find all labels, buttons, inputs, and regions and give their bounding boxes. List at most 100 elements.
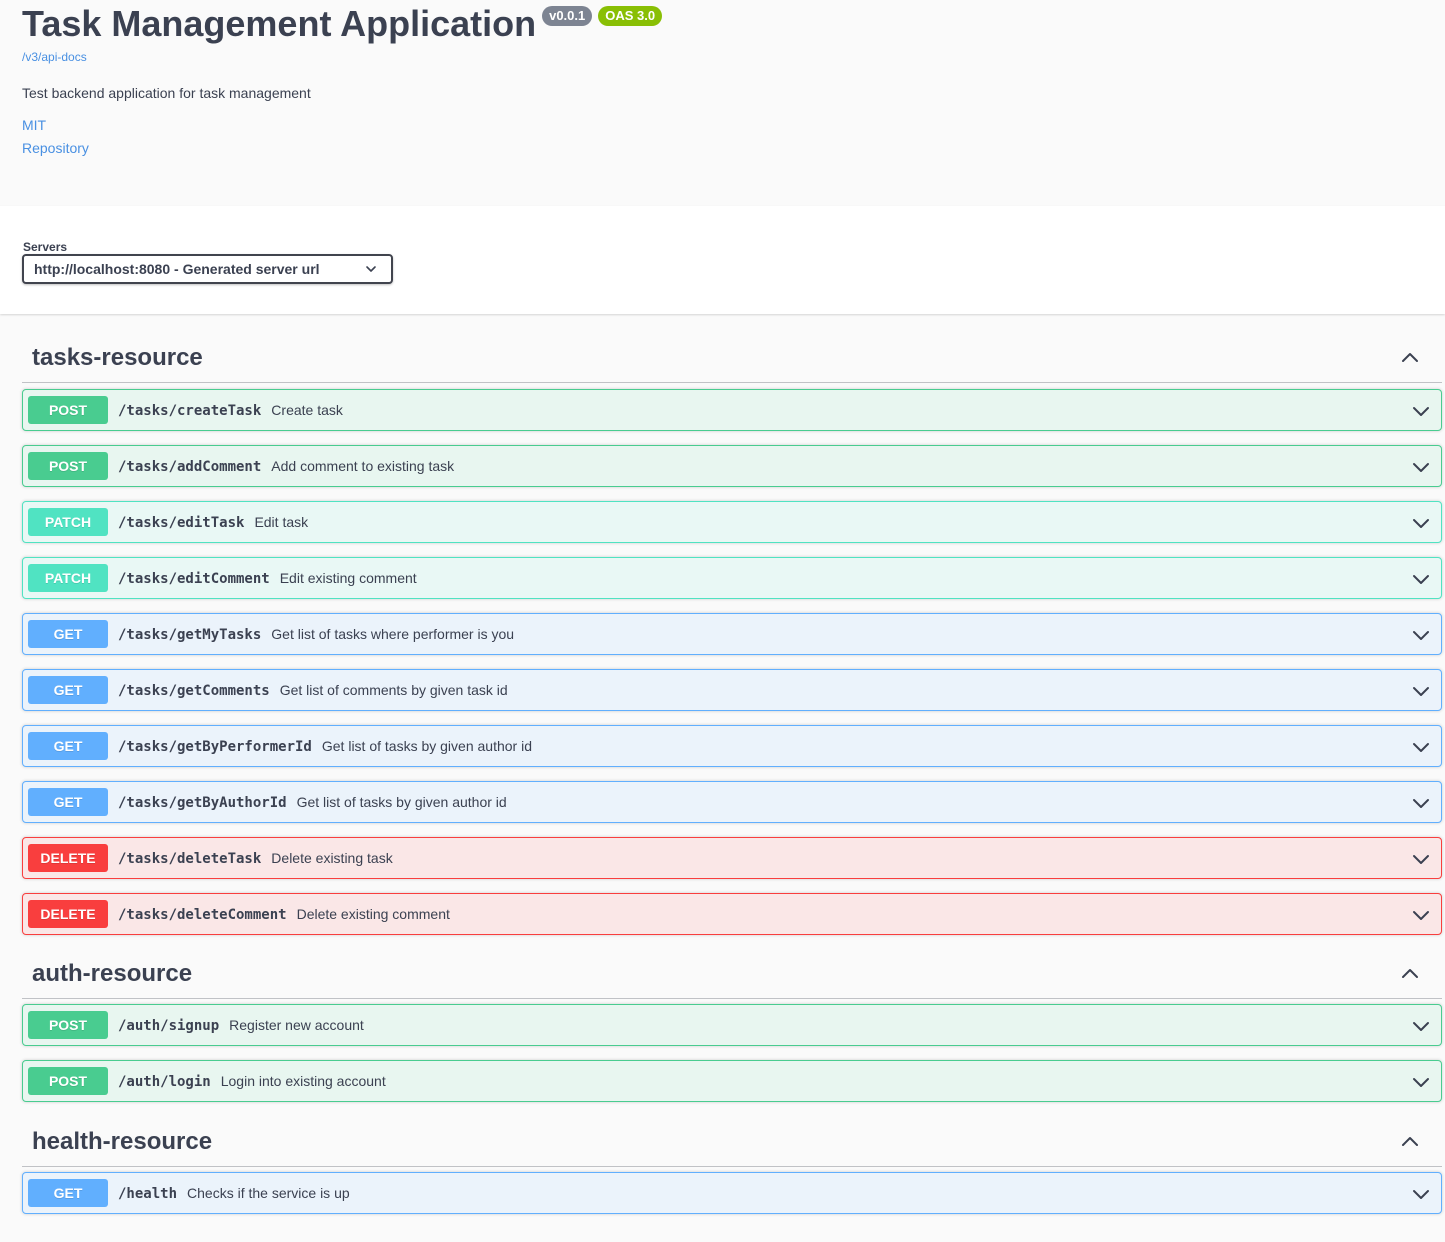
operation-path-wrap: /tasks/deleteComment Delete existing comm… bbox=[118, 906, 450, 923]
operation-path: /tasks/editTask bbox=[118, 515, 245, 531]
operation-path: /tasks/deleteTask bbox=[118, 851, 262, 867]
chevron-down-icon bbox=[1413, 1078, 1429, 1087]
section-title: tasks-resource bbox=[32, 344, 203, 371]
chevron-up-icon bbox=[1402, 1137, 1418, 1146]
operation-summary: Get list of tasks where performer is you bbox=[271, 626, 515, 642]
chevron-down-icon bbox=[1413, 799, 1429, 808]
operation-path-wrap: /tasks/getByAuthorId Get list of tasks by… bbox=[118, 794, 507, 811]
operation-summary: Delete existing comment bbox=[296, 906, 450, 922]
operation-row[interactable]: GET/tasks/getByPerformerId Get list of ta… bbox=[22, 725, 1442, 767]
operation-row[interactable]: GET/tasks/getMyTasks Get list of tasks wh… bbox=[22, 613, 1442, 655]
operation-path-wrap: /tasks/editTask Edit task bbox=[118, 514, 308, 531]
operation-row[interactable]: GET/health Checks if the service is up bbox=[22, 1172, 1442, 1214]
operation-row[interactable]: PATCH/tasks/editComment Edit existing com… bbox=[22, 557, 1442, 599]
operation-row[interactable]: GET/tasks/getComments Get list of comment… bbox=[22, 669, 1442, 711]
operation-path-wrap: /auth/signup Register new account bbox=[118, 1017, 364, 1034]
section-header-1[interactable]: auth-resource bbox=[22, 952, 1442, 999]
section-header-0[interactable]: tasks-resource bbox=[22, 336, 1442, 383]
operation-path-wrap: /auth/login Login into existing account bbox=[118, 1073, 386, 1090]
operation-path: /tasks/createTask bbox=[118, 403, 262, 419]
chevron-down-icon bbox=[1413, 407, 1429, 416]
operation-summary: Get list of comments by given task id bbox=[279, 682, 508, 698]
chevron-down-icon bbox=[1413, 1190, 1429, 1199]
method-badge: POST bbox=[28, 1011, 108, 1039]
operation-row[interactable]: DELETE/tasks/deleteComment Delete existin… bbox=[22, 893, 1442, 935]
section-title: auth-resource bbox=[32, 960, 193, 987]
title-row: Task Management Application v0.0.1 OAS 3… bbox=[22, 2, 663, 46]
operation-row[interactable]: POST/auth/signup Register new account bbox=[22, 1004, 1442, 1046]
method-badge: DELETE bbox=[28, 844, 108, 872]
operation-path-wrap: /tasks/createTask Create task bbox=[118, 402, 343, 419]
operation-summary: Checks if the service is up bbox=[187, 1185, 350, 1201]
method-badge: PATCH bbox=[28, 564, 108, 592]
operation-row[interactable]: GET/tasks/getByAuthorId Get list of tasks… bbox=[22, 781, 1442, 823]
servers-select[interactable]: http://localhost:8080 - Generated server… bbox=[22, 254, 393, 284]
chevron-down-icon bbox=[1413, 1022, 1429, 1031]
operation-path: /tasks/getMyTasks bbox=[118, 627, 262, 643]
chevron-up-icon bbox=[1402, 353, 1418, 362]
chevron-down-icon bbox=[1413, 575, 1429, 584]
operation-row[interactable]: PATCH/tasks/editTask Edit task bbox=[22, 501, 1442, 543]
operation-summary: Login into existing account bbox=[220, 1073, 386, 1089]
chevron-up-icon bbox=[1402, 969, 1418, 978]
operation-path-wrap: /tasks/getByPerformerId Get list of tasks… bbox=[118, 738, 532, 755]
operation-path: /tasks/addComment bbox=[118, 459, 262, 475]
chevron-down-icon bbox=[1413, 855, 1429, 864]
method-badge: GET bbox=[28, 620, 108, 648]
license-link[interactable]: MIT bbox=[22, 117, 46, 133]
api-description: Test backend application for task manage… bbox=[22, 85, 311, 101]
chevron-down-icon bbox=[1413, 463, 1429, 472]
operation-summary: Register new account bbox=[229, 1017, 364, 1033]
chevron-down-icon bbox=[1413, 687, 1429, 696]
method-badge: GET bbox=[28, 676, 108, 704]
operation-summary: Add comment to existing task bbox=[271, 458, 455, 474]
operation-path: /auth/signup bbox=[118, 1018, 220, 1034]
operation-path-wrap: /tasks/editComment Edit existing comment bbox=[118, 570, 417, 587]
method-badge: GET bbox=[28, 788, 108, 816]
servers-selected-value: http://localhost:8080 - Generated server… bbox=[34, 261, 320, 277]
operation-row[interactable]: POST/tasks/addComment Add comment to exis… bbox=[22, 445, 1442, 487]
method-badge: POST bbox=[28, 452, 108, 480]
operation-path: /auth/login bbox=[118, 1074, 211, 1090]
operation-path-wrap: /health Checks if the service is up bbox=[118, 1185, 350, 1202]
operation-path-wrap: /tasks/addComment Add comment to existing… bbox=[118, 458, 454, 475]
operation-path-wrap: /tasks/getComments Get list of comments b… bbox=[118, 682, 508, 699]
method-badge: POST bbox=[28, 1067, 108, 1095]
api-docs-link[interactable]: /v3/api-docs bbox=[22, 50, 87, 64]
operation-path: /tasks/editComment bbox=[118, 571, 270, 587]
operation-path: /tasks/getComments bbox=[118, 683, 270, 699]
operation-row[interactable]: POST/auth/login Login into existing accou… bbox=[22, 1060, 1442, 1102]
operation-summary: Edit existing comment bbox=[279, 570, 417, 586]
method-badge: PATCH bbox=[28, 508, 108, 536]
chevron-down-icon bbox=[1413, 743, 1429, 752]
chevron-down-icon bbox=[1413, 519, 1429, 528]
operation-path: /tasks/getByPerformerId bbox=[118, 739, 312, 755]
chevron-down-icon bbox=[1413, 631, 1429, 640]
chevron-down-icon bbox=[1413, 911, 1429, 920]
operation-summary: Get list of tasks by given author id bbox=[296, 794, 507, 810]
servers-label: Servers bbox=[23, 240, 68, 254]
operation-path: /tasks/getByAuthorId bbox=[118, 795, 287, 811]
operation-summary: Delete existing task bbox=[271, 850, 393, 866]
method-badge: DELETE bbox=[28, 900, 108, 928]
section-header-2[interactable]: health-resource bbox=[22, 1120, 1442, 1167]
operation-summary: Get list of tasks by given author id bbox=[321, 738, 532, 754]
page-title: Task Management Application bbox=[22, 3, 537, 44]
repository-link[interactable]: Repository bbox=[22, 140, 89, 156]
chevron-down-icon bbox=[366, 266, 376, 272]
info-header: Task Management Application v0.0.1 OAS 3… bbox=[0, 0, 1445, 206]
operation-path: /health bbox=[118, 1186, 178, 1202]
section-title: health-resource bbox=[32, 1128, 213, 1155]
operation-summary: Create task bbox=[271, 402, 343, 418]
method-badge: GET bbox=[28, 1179, 108, 1207]
operation-path-wrap: /tasks/deleteTask Delete existing task bbox=[118, 850, 393, 867]
version-badge: v0.0.1 bbox=[542, 6, 593, 26]
operation-summary: Edit task bbox=[254, 514, 309, 530]
method-badge: GET bbox=[28, 732, 108, 760]
oas-badge: OAS 3.0 bbox=[598, 6, 663, 26]
operation-row[interactable]: DELETE/tasks/deleteTask Delete existing t… bbox=[22, 837, 1442, 879]
operation-path-wrap: /tasks/getMyTasks Get list of tasks where… bbox=[118, 626, 514, 643]
method-badge: POST bbox=[28, 396, 108, 424]
operation-row[interactable]: POST/tasks/createTask Create task bbox=[22, 389, 1442, 431]
operation-path: /tasks/deleteComment bbox=[118, 907, 287, 923]
